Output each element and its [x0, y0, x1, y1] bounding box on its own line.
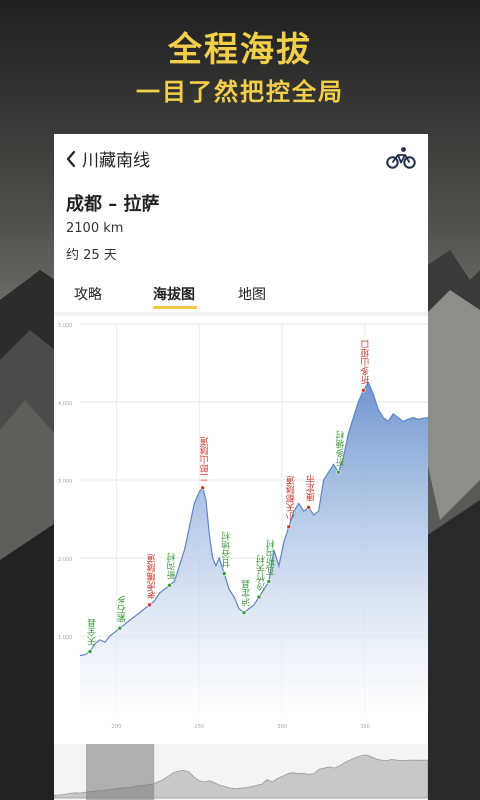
- route-distance: 2100 km: [66, 221, 124, 236]
- x-tick-label: 200: [112, 724, 122, 730]
- waypoint-marker[interactable]: [241, 610, 247, 615]
- back-label: 川藏南线: [82, 151, 150, 171]
- waypoint-label: 康定市: [306, 473, 317, 502]
- waypoint-marker[interactable]: [286, 524, 292, 530]
- waypoint-marker[interactable]: [221, 571, 227, 576]
- tab-map[interactable]: 地图: [238, 284, 266, 304]
- overview-window[interactable]: [86, 744, 155, 800]
- route-card: 川藏南线 成都 – 拉萨 2100 km 约 25 天 攻略 海拔图 地图 1,…: [54, 134, 428, 800]
- waypoint-marker[interactable]: [256, 594, 262, 600]
- y-tick-label: 3,000: [58, 479, 72, 485]
- tab-bar: 攻略 海拔图 地图: [54, 282, 428, 312]
- y-tick-label: 5,000: [58, 323, 72, 329]
- waypoint-label: 瓦斯沟村: [266, 539, 277, 575]
- waypoint-label: 二郎山隧道: [200, 436, 211, 482]
- x-tick-label: 250: [195, 724, 205, 730]
- promo-subtitle: 一目了然把控全局: [136, 78, 344, 106]
- waypoint-label: 折多塘村: [336, 430, 347, 467]
- waypoint-marker[interactable]: [361, 388, 366, 393]
- waypoint-marker[interactable]: [147, 602, 152, 608]
- route-name: 成都 – 拉萨: [66, 194, 160, 215]
- active-tab-indicator: [153, 306, 197, 309]
- waypoint-label: 冷竹关村: [256, 555, 267, 592]
- elevation-chart[interactable]: 1,000 2,000 3,000 4,000 5,000 200 250 300 350 天全县…: [54, 316, 428, 744]
- waypoint-label: 折多山垭口: [361, 339, 372, 385]
- waypoint-label: 甘谷地村: [222, 532, 233, 569]
- waypoint-marker[interactable]: [200, 485, 205, 491]
- elevation-area: [80, 382, 428, 714]
- back-button[interactable]: 川藏南线: [64, 146, 150, 171]
- waypoint-marker[interactable]: [117, 625, 123, 631]
- waypoint-marker[interactable]: [306, 505, 311, 510]
- route-duration: 约 25 天: [66, 248, 117, 263]
- waypoint-marker[interactable]: [167, 582, 172, 588]
- waypoint-label: 紫石乡: [117, 595, 128, 622]
- waypoint-marker[interactable]: [336, 469, 341, 475]
- tab-guide[interactable]: 攻略: [74, 284, 102, 304]
- chevron-left-icon: [66, 150, 76, 167]
- x-tick-label: 300: [277, 724, 287, 730]
- waypoint-label: 小天都隧道: [286, 475, 297, 521]
- promo-title: 全程海拔: [168, 30, 312, 70]
- y-tick-label: 4,000: [58, 401, 72, 407]
- nav-bar: 川藏南线: [54, 134, 428, 182]
- y-tick-label: 1,000: [58, 635, 72, 641]
- waypoint-marker[interactable]: [266, 579, 272, 584]
- waypoint-marker[interactable]: [87, 649, 93, 654]
- bicycle-icon[interactable]: [386, 146, 416, 170]
- x-tick-label: 350: [360, 724, 370, 730]
- tab-elevation[interactable]: 海拔图: [153, 284, 195, 304]
- elevation-overview[interactable]: [54, 744, 428, 800]
- waypoint-label: 老虎嘴隧道: [147, 553, 158, 600]
- waypoint-label: 天全县: [87, 618, 98, 646]
- waypoint-label: 新沟村: [167, 552, 178, 580]
- waypoint-label: 泸定县: [242, 579, 253, 607]
- y-tick-label: 2,000: [58, 557, 72, 563]
